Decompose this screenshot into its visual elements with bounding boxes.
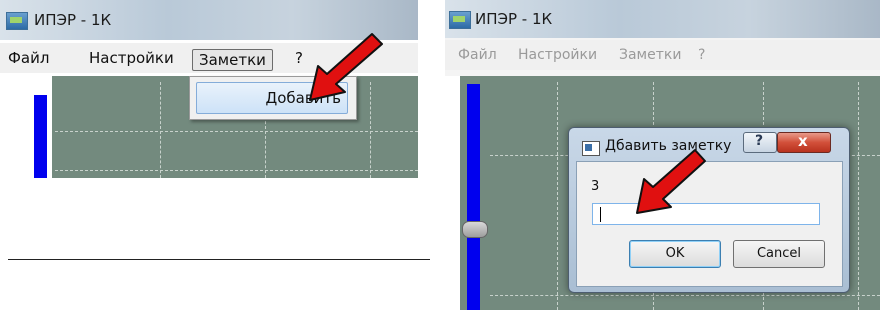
left-screenshot: ИПЭР - 1К Файл Настройки Заметки ? Добав…: [0, 0, 418, 178]
right-screenshot: ИПЭР - 1К Файл Настройки Заметки ? Дбави…: [445, 0, 880, 310]
red-pointer-arrow-icon: [309, 33, 383, 101]
separator-line: [8, 259, 430, 260]
red-pointer-arrow-icon: [636, 149, 706, 214]
